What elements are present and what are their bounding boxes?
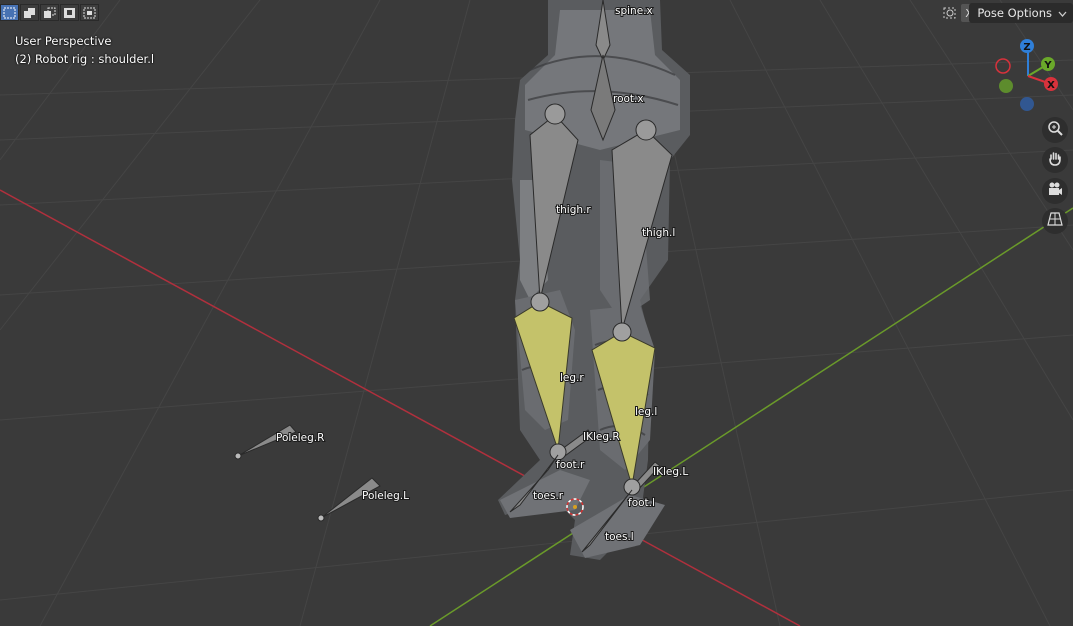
bone-label-poleleg-l: Poleleg.L — [362, 490, 409, 502]
joint-knee-l[interactable] — [612, 322, 632, 342]
joint-thigh-l-head[interactable] — [635, 119, 657, 141]
bone-label-spine: spine.x — [615, 5, 653, 17]
bone-label-thigh-r: thigh.r — [556, 204, 591, 216]
zoom-icon — [1047, 120, 1063, 140]
pan-button[interactable] — [1042, 147, 1068, 173]
camera-icon — [1047, 181, 1063, 201]
select-intersect-icon[interactable] — [80, 4, 99, 21]
object-info: (2) Robot rig : shoulder.l — [15, 52, 155, 66]
joint-poleleg-l[interactable] — [317, 514, 325, 522]
x-axis-line — [0, 189, 801, 626]
joint-poleleg-r[interactable] — [234, 452, 242, 460]
bone-label-toes-l: toes.l — [605, 531, 634, 543]
joint-ankle-l[interactable] — [623, 478, 641, 496]
chevron-down-icon — [1058, 6, 1067, 20]
gizmo-z-label: Z — [1023, 42, 1030, 53]
joint-ankle-r[interactable] — [549, 443, 567, 461]
gizmo-neg-x[interactable] — [995, 58, 1011, 74]
select-invert-icon[interactable] — [60, 4, 79, 21]
gizmo-y-label: Y — [1043, 60, 1052, 71]
joint-knee-r[interactable] — [530, 292, 550, 312]
bone-label-ikleg-r: IKleg.R — [583, 431, 620, 443]
gizmo-neg-y[interactable] — [999, 79, 1013, 93]
zoom-button[interactable] — [1042, 117, 1068, 143]
bone-label-foot-r: foot.r — [556, 459, 585, 471]
gizmo-x-label: X — [1047, 80, 1055, 91]
bone-label-ikleg-l: IKleg.L — [653, 466, 688, 478]
bone-label-root: root.x — [613, 93, 644, 105]
ortho-toggle-button[interactable] — [1042, 208, 1068, 234]
bone-label-foot-l: foot.l — [628, 497, 655, 509]
select-extend-icon[interactable] — [20, 4, 39, 21]
select-subtract-icon[interactable] — [40, 4, 59, 21]
pose-options-label: Pose Options — [977, 6, 1052, 20]
navigation-gizmo[interactable]: Z Y X — [988, 36, 1068, 116]
bone-label-leg-l: leg.l — [635, 406, 657, 418]
gizmo-neg-z[interactable] — [1020, 97, 1034, 111]
3d-viewport[interactable]: spine.x root.x thigh.r thigh.l leg.r leg… — [0, 0, 1073, 626]
xray-icon[interactable] — [941, 5, 959, 21]
pose-options-dropdown[interactable]: Pose Options — [969, 3, 1073, 23]
hand-pan-icon — [1047, 150, 1063, 170]
bone-label-poleleg-r: Poleleg.R — [276, 432, 324, 444]
view-name: User Perspective — [15, 34, 112, 48]
selection-mode-group — [0, 4, 99, 21]
bone-label-leg-r: leg.r — [560, 372, 584, 384]
select-new-icon[interactable] — [0, 4, 19, 21]
bone-label-thigh-l: thigh.l — [642, 227, 675, 239]
joint-thigh-r-head[interactable] — [544, 103, 566, 125]
grid-ortho-icon — [1047, 211, 1063, 231]
bone-label-toes-r: toes.r — [533, 490, 564, 502]
camera-view-button[interactable] — [1042, 178, 1068, 204]
